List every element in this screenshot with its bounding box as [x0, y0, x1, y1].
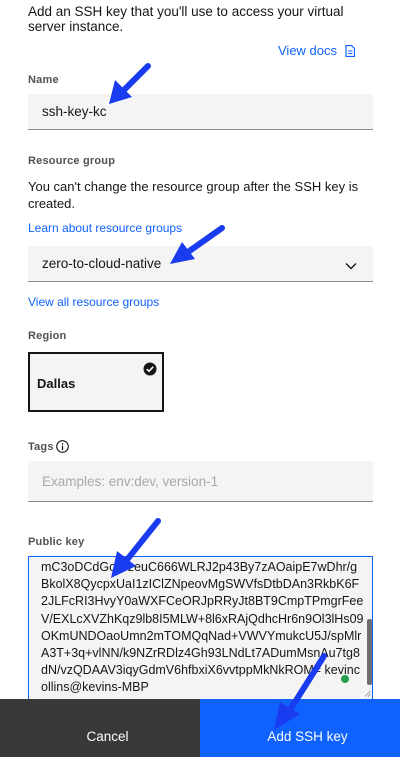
- resource-group-value: zero-to-cloud-native: [42, 256, 162, 271]
- public-key-label: Public key: [28, 536, 85, 548]
- add-ssh-key-button[interactable]: Add SSH key: [200, 699, 400, 757]
- resource-group-select[interactable]: zero-to-cloud-native: [28, 246, 373, 282]
- public-key-value: mC3oDCdGoWzeuC666WLRJ2p43By7zAOaipE7wDhr…: [41, 560, 364, 695]
- resource-group-label: Resource group: [28, 155, 116, 167]
- region-label: Region: [28, 330, 67, 342]
- learn-resource-groups-link[interactable]: Learn about resource groups: [28, 221, 182, 235]
- information-icon[interactable]: [56, 440, 69, 458]
- intro-text: Add an SSH key that you'll use to access…: [28, 4, 344, 34]
- tags-input[interactable]: Examples: env:dev, version-1: [28, 461, 373, 502]
- document-icon: [345, 44, 356, 57]
- view-docs-label: View docs: [278, 43, 338, 58]
- chevron-down-icon: [345, 258, 357, 273]
- region-tile-dallas[interactable]: Dallas: [28, 352, 164, 412]
- name-label: Name: [28, 74, 59, 86]
- name-input[interactable]: ssh-key-kc: [28, 94, 373, 130]
- region-name: Dallas: [37, 376, 76, 391]
- checkmark-filled-icon: [143, 362, 157, 381]
- resource-group-helper: You can't change the resource group afte…: [28, 179, 359, 211]
- public-key-textarea[interactable]: mC3oDCdGoWzeuC666WLRJ2p43By7zAOaipE7wDhr…: [28, 556, 373, 704]
- status-dot-icon: [341, 675, 349, 683]
- name-value: ssh-key-kc: [42, 104, 107, 119]
- cancel-button[interactable]: Cancel: [0, 699, 200, 757]
- textarea-scrollbar[interactable]: [367, 619, 372, 685]
- footer-actions: Cancel Add SSH key: [0, 699, 400, 757]
- view-all-resource-groups-link[interactable]: View all resource groups: [28, 295, 159, 309]
- tags-placeholder: Examples: env:dev, version-1: [42, 473, 219, 489]
- view-docs-link[interactable]: View docs: [278, 43, 356, 58]
- tags-label: Tags: [28, 441, 54, 453]
